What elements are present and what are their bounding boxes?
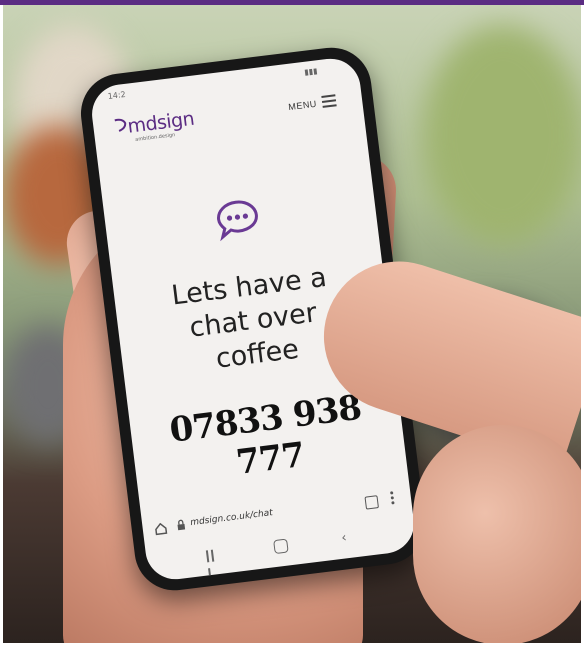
home-icon[interactable] (154, 522, 168, 536)
lock-icon (177, 519, 186, 531)
status-right: ▮▮▮ (303, 66, 318, 77)
url-text[interactable]: mdsign.co.uk/chat (190, 508, 274, 528)
back-icon[interactable]: ‹ (340, 530, 347, 546)
tabs-icon[interactable] (364, 495, 379, 510)
status-left: 14:2 (107, 89, 127, 102)
hamburger-icon[interactable] (321, 94, 337, 108)
background-photo: 14:2 ▮▮▮ mdsign ambition.design MENU Let… (3, 5, 581, 643)
photo-frame: 14:2 ▮▮▮ mdsign ambition.design MENU Let… (0, 0, 584, 646)
bg-blur-plant (423, 25, 581, 245)
more-icon[interactable] (390, 491, 395, 505)
menu-button[interactable]: MENU (288, 99, 318, 112)
nav-home-icon[interactable] (273, 538, 289, 555)
recent-apps-icon[interactable] (205, 548, 221, 581)
chat-bubble-icon (217, 200, 258, 242)
right-hand (413, 425, 581, 643)
